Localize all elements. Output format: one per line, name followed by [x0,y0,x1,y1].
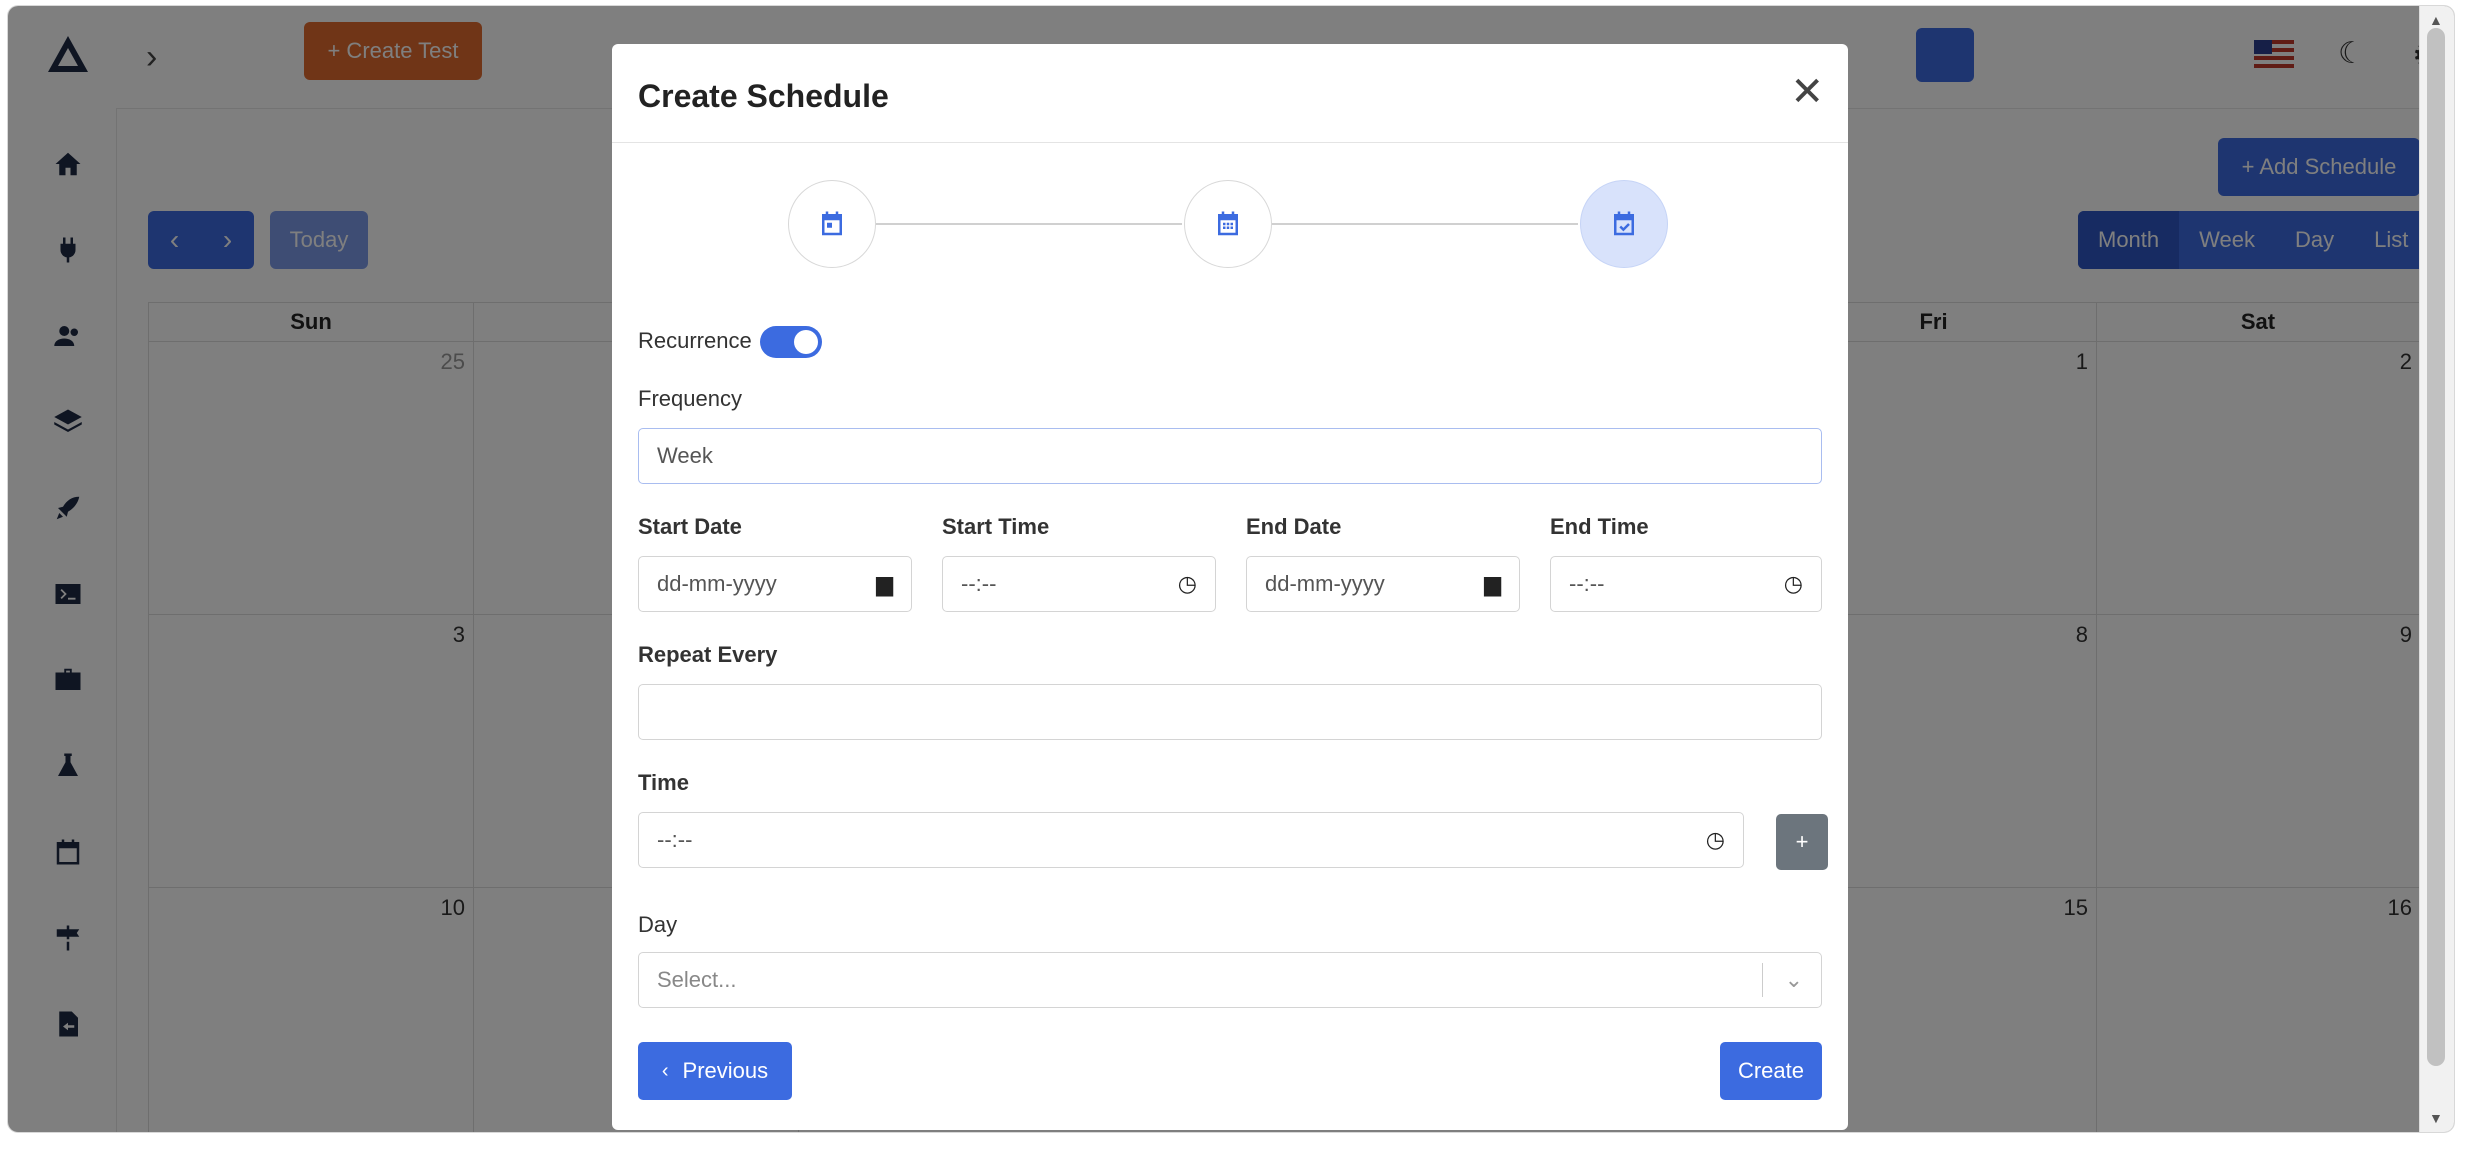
frequency-label: Frequency [638,386,742,411]
calendar-picker-icon[interactable]: ▆ [1484,571,1501,597]
end-date-placeholder: dd-mm-yyyy [1265,571,1385,596]
stepper [788,180,1676,268]
scrollbar[interactable]: ▲ ▼ [2419,6,2454,1132]
add-time-button[interactable]: + [1776,814,1828,870]
scroll-down-icon[interactable]: ▼ [2429,1110,2443,1126]
time-label: Time [638,770,689,795]
start-time-input[interactable]: --:-- ◷ [942,556,1216,612]
clock-icon[interactable]: ◷ [1784,571,1803,597]
start-date-input[interactable]: dd-mm-yyyy ▆ [638,556,912,612]
start-time-placeholder: --:-- [961,571,997,596]
close-icon[interactable]: ✕ [1790,72,1824,112]
step-1-calendar-icon[interactable] [788,180,876,268]
day-select[interactable]: Select... ⌄ [638,952,1822,1008]
recurrence-label: Recurrence [638,328,752,353]
end-time-label: End Time [1550,514,1649,539]
previous-label: Previous [682,1058,769,1083]
day-label: Day [638,912,678,937]
step-2-calendar-icon[interactable] [1184,180,1272,268]
step-connector [1272,223,1578,225]
end-time-input[interactable]: --:-- ◷ [1550,556,1822,612]
create-schedule-modal: Create Schedule ✕ Recurrence Frequency W… [612,44,1848,1130]
toggle-knob [794,330,818,354]
app: › + Create Test ☾ ⚙ NR ⌄ ‹ › Today + Add… [8,6,2454,1132]
browser-frame: › + Create Test ☾ ⚙ NR ⌄ ‹ › Today + Add… [8,6,2454,1132]
end-date-input[interactable]: dd-mm-yyyy ▆ [1246,556,1520,612]
start-time-label: Start Time [942,514,1050,539]
select-separator [1762,963,1763,997]
start-date-label: Start Date [638,514,742,539]
time-input[interactable]: --:-- ◷ [638,812,1744,868]
scroll-thumb[interactable] [2427,28,2445,1066]
day-placeholder: Select... [657,967,737,992]
create-button[interactable]: Create [1720,1042,1822,1100]
chevron-down-icon[interactable]: ⌄ [1785,967,1803,993]
step-3-calendar-check-icon[interactable] [1580,180,1668,268]
end-time-placeholder: --:-- [1569,571,1605,596]
modal-title: Create Schedule [638,78,889,114]
frequency-value: Week [657,443,713,468]
clock-icon[interactable]: ◷ [1178,571,1197,597]
end-date-label: End Date [1246,514,1342,539]
previous-button[interactable]: ‹ Previous [638,1042,792,1100]
recurrence-toggle[interactable] [760,326,822,358]
start-date-placeholder: dd-mm-yyyy [657,571,777,596]
calendar-picker-icon[interactable]: ▆ [876,571,893,597]
scroll-up-icon[interactable]: ▲ [2429,12,2443,28]
time-placeholder: --:-- [657,827,693,852]
modal-header: Create Schedule ✕ [612,44,1848,143]
repeat-every-label: Repeat Every [638,642,778,667]
clock-icon[interactable]: ◷ [1706,827,1725,853]
frequency-input[interactable]: Week [638,428,1822,484]
step-connector [876,223,1182,225]
repeat-every-input[interactable] [638,684,1822,740]
chevron-left-icon: ‹ [661,1059,669,1082]
